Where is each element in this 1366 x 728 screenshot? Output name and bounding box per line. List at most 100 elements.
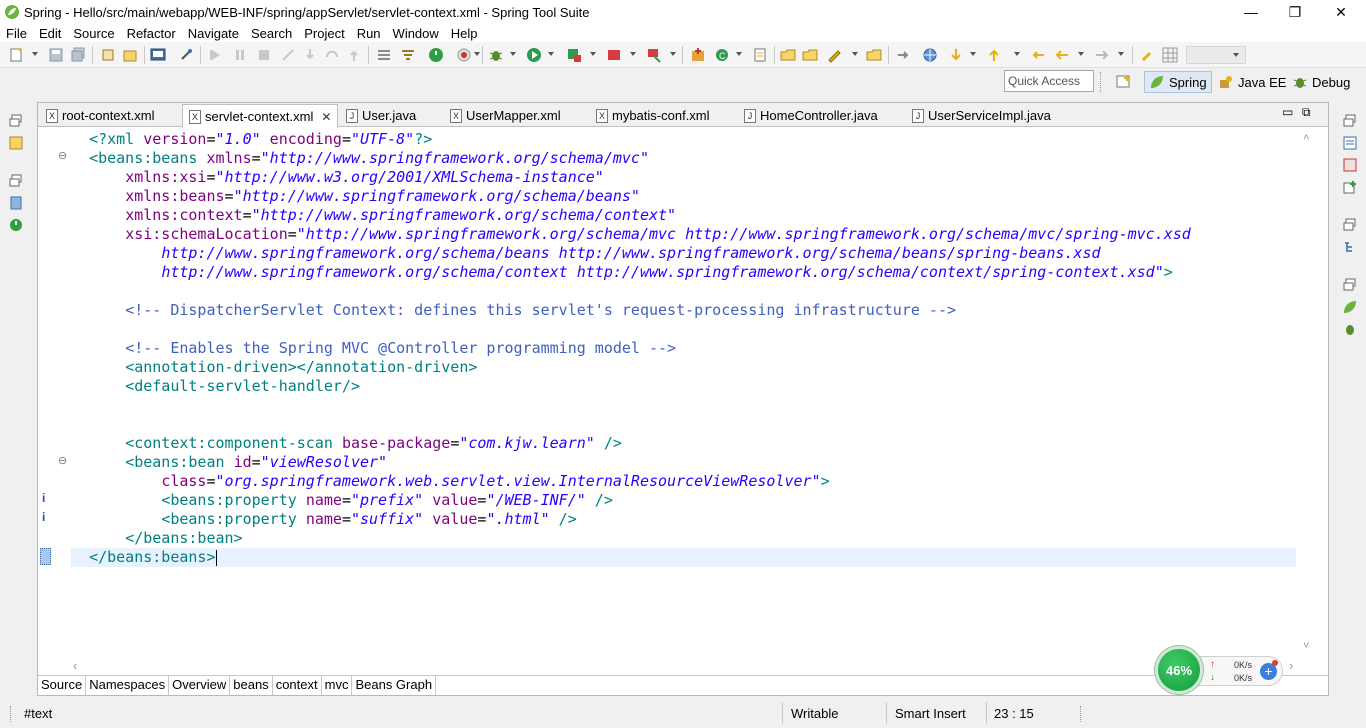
spring-dashboard-icon[interactable] (428, 47, 444, 63)
grid-icon[interactable] (1162, 47, 1178, 63)
pin-editor-icon[interactable] (1140, 47, 1156, 63)
next-annotation-dropdown-icon[interactable] (970, 52, 976, 56)
run-icon[interactable] (526, 47, 542, 63)
menu-source[interactable]: Source (67, 26, 120, 41)
scroll-right-icon[interactable]: › (1289, 658, 1293, 673)
new-class-icon[interactable]: C (714, 47, 730, 63)
restore-button[interactable]: ❐ (1272, 0, 1318, 24)
info-marker-icon[interactable]: i (42, 510, 45, 524)
new-xml-icon[interactable] (752, 47, 768, 63)
close-button[interactable]: ✕ (1318, 0, 1364, 24)
boot-dashboard-icon[interactable] (9, 218, 23, 232)
outline-icon[interactable] (1343, 240, 1357, 254)
previous-annotation-dropdown-icon[interactable] (1014, 52, 1020, 56)
restore-view-icon[interactable] (1343, 218, 1357, 232)
package-explorer-icon[interactable] (9, 136, 23, 150)
spring-boot-icon[interactable] (456, 47, 472, 63)
open-project-icon[interactable] (802, 47, 818, 63)
tab-homecontroller-java[interactable]: J HomeController.java (738, 104, 884, 127)
page-tab-mvc[interactable]: mvc (322, 676, 353, 695)
combo-dropdown-icon[interactable] (1233, 53, 1239, 57)
add-view-icon[interactable] (1343, 180, 1357, 194)
restore-view-icon[interactable] (9, 174, 23, 188)
task-list-icon[interactable] (1343, 136, 1357, 150)
forward-icon[interactable] (1094, 47, 1110, 63)
menu-file[interactable]: File (0, 26, 33, 41)
minimize-editor-icon[interactable]: ▭ (1282, 105, 1293, 119)
build-icon[interactable] (100, 47, 116, 63)
tab-usermapper-xml[interactable]: X UserMapper.xml (444, 104, 567, 127)
menu-help[interactable]: Help (445, 26, 484, 41)
forward-dropdown-icon[interactable] (1118, 52, 1124, 56)
fold-toggle-icon[interactable]: ⊖ (58, 149, 67, 162)
scroll-up-icon[interactable]: ˄ (1303, 132, 1309, 144)
new-class-dropdown-icon[interactable] (736, 52, 742, 56)
debug-icon[interactable] (488, 47, 504, 63)
spring-boot-dropdown-icon[interactable] (474, 52, 480, 56)
spring-leaf-icon[interactable] (1343, 300, 1357, 314)
back-dropdown-icon[interactable] (1078, 52, 1084, 56)
back-icon[interactable] (1054, 47, 1070, 63)
status-insert-mode[interactable]: Smart Insert (895, 706, 966, 721)
use-step-filters-icon[interactable] (376, 47, 392, 63)
spring-explorer-icon[interactable] (1343, 158, 1357, 172)
restore-view-icon[interactable] (9, 114, 23, 128)
vertical-scrollbar[interactable]: ˄ ˅ (1300, 128, 1314, 658)
page-tab-source[interactable]: Source (38, 676, 87, 695)
tab-servlet-context-xml[interactable]: X servlet-context.xml ✕ (182, 104, 339, 128)
tab-root-context-xml[interactable]: X root-context.xml (40, 104, 160, 127)
restore-view-icon[interactable] (1343, 278, 1357, 292)
next-annotation-icon[interactable] (948, 47, 964, 63)
globe-icon[interactable] (922, 47, 938, 63)
open-folder-icon[interactable] (780, 47, 796, 63)
edit-icon[interactable] (826, 47, 842, 63)
toggle-mark-icon[interactable] (896, 47, 912, 63)
new-dropdown-icon[interactable] (32, 52, 38, 56)
debug-bug-icon[interactable] (1343, 322, 1357, 336)
run-dropdown-icon[interactable] (548, 52, 554, 56)
menu-window[interactable]: Window (387, 26, 445, 41)
folder-icon[interactable] (866, 47, 882, 63)
previous-annotation-icon[interactable] (986, 47, 1002, 63)
network-monitor-widget[interactable]: ↑ ↓ 0K/s 0K/s + 46% (1155, 646, 1283, 694)
close-tab-icon[interactable]: ✕ (321, 110, 331, 124)
scroll-down-icon[interactable]: ˅ (1303, 640, 1309, 652)
tab-userserviceimpl-java[interactable]: J UserServiceImpl.java (906, 104, 1057, 127)
info-marker-icon[interactable]: i (42, 491, 45, 505)
servers-icon[interactable] (9, 196, 23, 210)
code-text-area[interactable]: <?xml version="1.0" encoding="UTF-8"?> <… (71, 128, 1296, 658)
page-tab-namespaces[interactable]: Namespaces (86, 676, 170, 695)
horizontal-scrollbar[interactable]: ‹ › (71, 658, 1301, 673)
drop-to-frame-icon[interactable] (400, 47, 416, 63)
page-tab-beans-graph[interactable]: Beans Graph (352, 676, 437, 695)
external-tools-icon[interactable] (646, 47, 662, 63)
edit-dropdown-icon[interactable] (852, 52, 858, 56)
menu-edit[interactable]: Edit (33, 26, 67, 41)
quick-access-input[interactable]: Quick Access (1004, 70, 1094, 92)
menu-refactor[interactable]: Refactor (121, 26, 182, 41)
fold-toggle-icon[interactable]: ⊖ (58, 454, 67, 467)
coverage-icon[interactable] (566, 47, 582, 63)
memory-usage-gauge[interactable]: 46% (1155, 646, 1203, 694)
coverage-dropdown-icon[interactable] (590, 52, 596, 56)
toolbar-combo[interactable] (1186, 46, 1246, 64)
page-tab-context[interactable]: context (273, 676, 322, 695)
scroll-left-icon[interactable]: ‹ (73, 658, 77, 673)
page-tab-beans[interactable]: beans (230, 676, 273, 695)
page-tab-overview[interactable]: Overview (169, 676, 231, 695)
menu-run[interactable]: Run (351, 26, 387, 41)
new-java-project-icon[interactable] (690, 47, 706, 63)
last-edit-location-icon[interactable] (1030, 47, 1046, 63)
restore-view-icon[interactable] (1343, 114, 1357, 128)
perspective-spring[interactable]: Spring (1144, 71, 1212, 93)
menu-navigate[interactable]: Navigate (182, 26, 245, 41)
tab-user-java[interactable]: J User.java (340, 104, 422, 127)
perspective-debug[interactable]: Debug (1288, 71, 1354, 93)
terminal-icon[interactable] (150, 47, 166, 63)
perspective-java-ee[interactable]: Java EE (1214, 71, 1290, 93)
stop-dropdown-icon[interactable] (630, 52, 636, 56)
menu-project[interactable]: Project (298, 26, 350, 41)
open-perspective-icon[interactable] (1116, 74, 1132, 90)
external-tools-dropdown-icon[interactable] (670, 52, 676, 56)
menu-search[interactable]: Search (245, 26, 298, 41)
